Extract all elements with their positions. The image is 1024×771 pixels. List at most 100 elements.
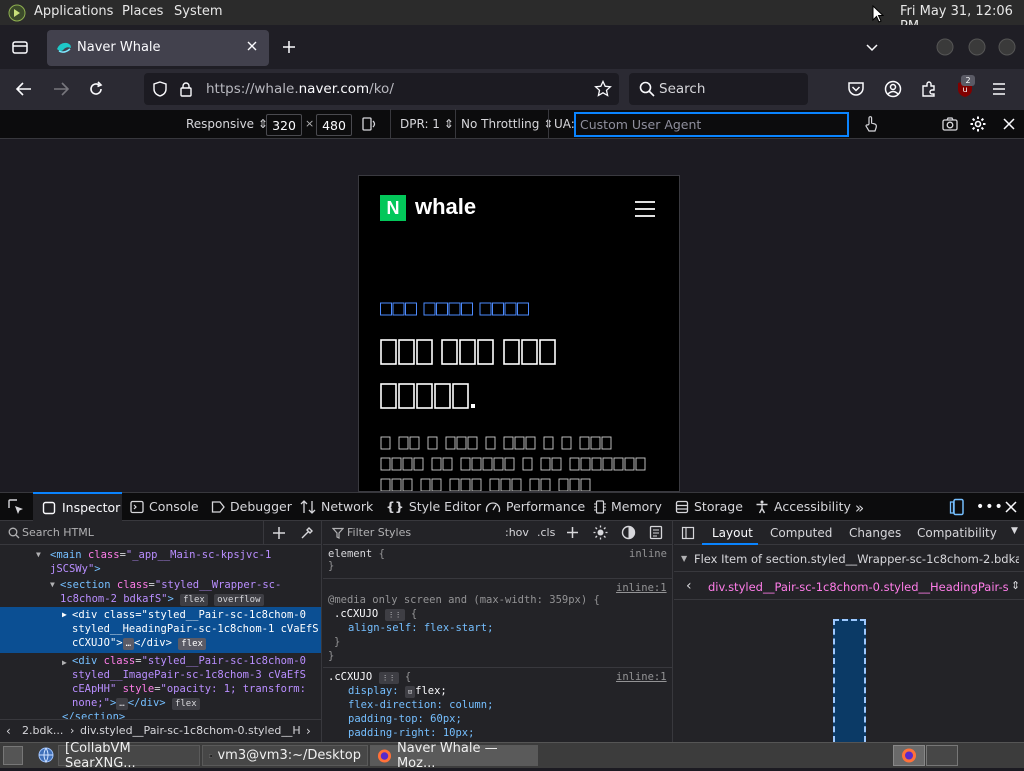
- breadcrumb-item[interactable]: 2.bdk...: [22, 724, 63, 737]
- expanded-twisty-icon[interactable]: ▼: [681, 554, 687, 563]
- back-arrow-icon[interactable]: [15, 81, 33, 97]
- html-node-section[interactable]: ▼ <section class="styled__Wrapper-sc-1c8…: [50, 578, 320, 606]
- settings-gear-icon[interactable]: [969, 115, 987, 133]
- touch-simulation-icon[interactable]: [863, 115, 879, 133]
- taskbar-item-collabvm[interactable]: [CollabVM SearXNG...: [58, 741, 200, 771]
- tab-accessibility[interactable]: Accessibility: [755, 499, 851, 514]
- dark-theme-contrast-icon[interactable]: [621, 525, 636, 540]
- tab-debugger[interactable]: Debugger: [211, 499, 292, 514]
- tab-memory[interactable]: Memory: [594, 499, 662, 514]
- filter-styles-input[interactable]: Filter Styles: [347, 526, 411, 539]
- flex-item-header[interactable]: ▼ Flex Item of section.styled__Wrapper-s…: [674, 546, 1024, 572]
- sidebar-tab-layout[interactable]: Layout: [702, 521, 758, 545]
- ellipsis-badge[interactable]: …: [122, 638, 135, 650]
- devtools-options-ellipsis-icon[interactable]: •••: [976, 499, 1004, 515]
- flex-item-selector-row[interactable]: ‹ div.styled__Pair-sc-1c8chom-0.styled__…: [674, 573, 1024, 600]
- html-node-image-pair[interactable]: ▶ <div class="styled__Pair-sc-1c8chom-0 …: [62, 654, 320, 710]
- declaration-align-self[interactable]: align-self: flex-start;: [328, 621, 668, 635]
- tab-network[interactable]: Network: [300, 499, 373, 514]
- sidebar-tab-computed[interactable]: Computed: [770, 526, 832, 540]
- hover-states-toggle[interactable]: :hov: [505, 526, 529, 539]
- tab-console[interactable]: Console: [130, 499, 199, 514]
- overflow-badge[interactable]: overflow: [214, 594, 264, 606]
- sidebar-tab-changes[interactable]: Changes: [849, 526, 901, 540]
- viewport-height-input[interactable]: 480: [316, 114, 352, 136]
- light-theme-sun-icon[interactable]: [593, 525, 608, 540]
- tab-inspector[interactable]: Inspector: [33, 492, 122, 521]
- tab-performance[interactable]: Performance: [485, 499, 585, 514]
- forward-arrow-icon[interactable]: [52, 81, 70, 97]
- sidebar-tab-compatibility[interactable]: Compatibility: [917, 526, 997, 540]
- search-bar[interactable]: Search: [629, 73, 808, 105]
- collapsed-twisty-icon[interactable]: ▶: [62, 656, 67, 670]
- close-devtools-icon[interactable]: [1004, 500, 1018, 514]
- flexbox-highlighter-icon[interactable]: ⊡: [404, 686, 416, 698]
- lock-icon[interactable]: [179, 81, 193, 97]
- toggle-sidebar-icon[interactable]: [681, 526, 695, 540]
- eyedropper-icon[interactable]: [300, 526, 314, 540]
- tracking-shield-icon[interactable]: [152, 81, 168, 97]
- html-node-heading-pair-selected[interactable]: ▶ <div class="styled__Pair-sc-1c8chom-0 …: [0, 607, 321, 653]
- collapsed-twisty-icon[interactable]: ▶: [62, 610, 67, 619]
- applications-menu[interactable]: Applications: [34, 4, 113, 19]
- search-html-input[interactable]: Search HTML: [22, 526, 94, 539]
- pocket-icon[interactable]: [847, 80, 865, 98]
- list-all-tabs-chevron-down-icon[interactable]: [865, 40, 879, 54]
- maximize-window-icon[interactable]: [968, 38, 986, 56]
- flex-badge[interactable]: flex: [180, 594, 208, 606]
- declaration-padding-top[interactable]: padding-top: 60px;: [328, 712, 668, 726]
- rule-source-link[interactable]: inline:1: [616, 581, 667, 595]
- add-rule-plus-icon[interactable]: [566, 526, 579, 539]
- workspace-2[interactable]: [926, 745, 958, 766]
- taskbar-item-terminal[interactable]: vm3@vm3:~/Desktop: [202, 745, 368, 766]
- close-tab-icon[interactable]: [245, 39, 259, 53]
- tab-style-editor[interactable]: {} Style Editor: [386, 499, 481, 514]
- system-menu[interactable]: System: [174, 4, 222, 19]
- sidebar-overflow-chevron-icon[interactable]: ▼: [1011, 526, 1018, 536]
- ellipsis-badge[interactable]: …: [116, 698, 128, 710]
- minimize-window-icon[interactable]: [936, 38, 954, 56]
- print-media-icon[interactable]: [649, 525, 663, 540]
- hamburger-menu-icon[interactable]: [991, 81, 1007, 97]
- element-picker-icon[interactable]: [7, 498, 25, 516]
- flex-badge[interactable]: flex: [171, 698, 200, 710]
- breadcrumb-left-arrow-icon[interactable]: ‹: [6, 724, 11, 738]
- flex-item-selector[interactable]: div.styled__Pair-sc-1c8chom-0.styled__He…: [708, 580, 1008, 594]
- class-toggle[interactable]: .cls: [537, 526, 555, 539]
- tab-naver-whale[interactable]: Naver Whale: [47, 30, 269, 66]
- html-node-main[interactable]: ▼ <main class="_app__Main-sc-kpsjvc-1 jS…: [36, 548, 321, 576]
- globe-launcher-icon[interactable]: [38, 747, 54, 763]
- emulated-viewport[interactable]: N whale: [358, 175, 680, 492]
- custom-user-agent-input[interactable]: Custom User Agent: [574, 112, 849, 137]
- dpr-selector[interactable]: DPR: 1 ⇕: [400, 117, 454, 131]
- places-menu[interactable]: Places: [122, 4, 163, 19]
- workspace-switcher[interactable]: [893, 745, 925, 766]
- firefox-view-icon[interactable]: [11, 38, 29, 56]
- tab-storage[interactable]: Storage: [675, 499, 743, 514]
- gnome-foot-icon[interactable]: [8, 4, 26, 22]
- declaration-display-property[interactable]: display:: [348, 685, 399, 697]
- updown-caret-icon[interactable]: ⇕: [1011, 579, 1020, 592]
- account-icon[interactable]: [884, 80, 902, 98]
- viewport-width-input[interactable]: 320: [266, 114, 302, 136]
- bookmark-star-icon[interactable]: [594, 80, 612, 98]
- url-bar[interactable]: https://whale.naver.com/ko/: [144, 73, 619, 105]
- url-text[interactable]: https://whale.naver.com/ko/: [206, 81, 394, 97]
- flex-badge[interactable]: flex: [178, 638, 206, 650]
- add-node-plus-icon[interactable]: [272, 526, 286, 540]
- whale-logo-text[interactable]: whale: [415, 194, 476, 220]
- new-tab-plus-icon[interactable]: [281, 39, 297, 55]
- reload-icon[interactable]: [88, 81, 104, 97]
- grid-highlighter-icon[interactable]: ⋮⋮: [378, 672, 399, 684]
- breadcrumb-item-selected[interactable]: div.styled__Pair-sc-1c8chom-0.styled__He…: [80, 724, 300, 737]
- device-selector[interactable]: Responsive ⇕: [186, 117, 268, 131]
- taskbar-item-firefox[interactable]: Naver Whale — Moz...: [370, 741, 538, 771]
- declaration-display-value[interactable]: flex;: [415, 685, 447, 697]
- close-window-icon[interactable]: [998, 38, 1016, 56]
- network-throttling-selector[interactable]: No Throttling ⇕: [461, 117, 553, 131]
- declaration-flex-direction[interactable]: flex-direction: column;: [328, 698, 668, 712]
- rule-source[interactable]: inline: [629, 548, 667, 560]
- hamburger-menu-icon[interactable]: [634, 200, 656, 218]
- declaration-padding-right[interactable]: padding-right: 10px;: [328, 726, 668, 740]
- close-rdm-icon[interactable]: [1002, 117, 1016, 131]
